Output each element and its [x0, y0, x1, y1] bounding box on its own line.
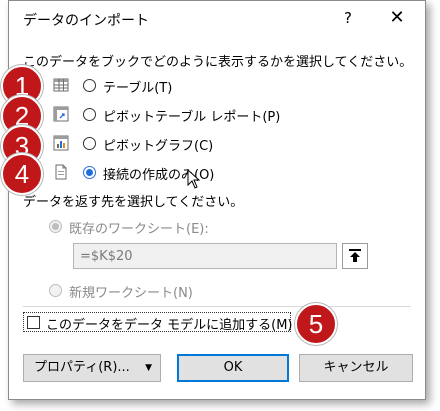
dialog-title: データのインポート [23, 13, 149, 29]
new-sheet-label: 新規ワークシート(N) [69, 286, 193, 301]
properties-label: プロパティ(R)... [34, 360, 130, 375]
radio-pivot-chart[interactable] [83, 137, 96, 150]
help-button[interactable]: ? [337, 7, 359, 29]
dropdown-arrow-icon: ▼ [145, 363, 152, 373]
connection-icon [55, 164, 67, 180]
data-model-checkbox[interactable] [27, 316, 40, 329]
pivot-table-icon [53, 106, 69, 122]
properties-button[interactable]: プロパティ(R)... ▼ [23, 354, 161, 382]
radio-connection-only[interactable] [83, 166, 96, 179]
arrow-up-icon [349, 249, 361, 262]
data-model-focus-box[interactable]: このデータをデータ モデルに追加する(M) [23, 312, 293, 333]
cancel-button[interactable]: キャンセル [299, 354, 413, 382]
option-table-label[interactable]: テーブル(T) [103, 77, 172, 96]
close-button[interactable]: ✕ [383, 5, 411, 31]
step-badge-4: 4 [1, 153, 43, 195]
collapse-dialog-button[interactable] [342, 243, 368, 269]
data-model-label[interactable]: このデータをデータ モデルに追加する(M) [46, 314, 293, 333]
cell-reference-input[interactable]: =$K$20 [73, 243, 337, 269]
radio-pivot-table[interactable] [83, 108, 96, 121]
ok-button[interactable]: OK [177, 354, 289, 382]
divider [23, 306, 411, 307]
radio-new-sheet[interactable] [49, 284, 62, 297]
existing-sheet-label: 既存のワークシート(E): [69, 222, 209, 237]
title-bar: データのインポート ? ✕ [9, 1, 425, 37]
table-icon [53, 78, 69, 92]
display-prompt: このデータをブックでどのように表示するかを選択してください。 [23, 55, 413, 70]
import-data-dialog: データのインポート ? ✕ このデータをブックでどのように表示するかを選択してく… [1, 0, 426, 400]
radio-existing-sheet[interactable] [49, 220, 62, 233]
step-badge-5: 5 [295, 303, 337, 345]
mouse-cursor-icon [187, 169, 201, 189]
destination-prompt: データを返す先を選択してください。 [23, 195, 244, 210]
pivot-chart-icon [53, 135, 69, 151]
option-pivot-table-label[interactable]: ピボットテーブル レポート(P) [103, 106, 280, 125]
option-pivot-chart-label[interactable]: ピボットグラフ(C) [103, 135, 213, 154]
radio-table[interactable] [83, 79, 96, 92]
